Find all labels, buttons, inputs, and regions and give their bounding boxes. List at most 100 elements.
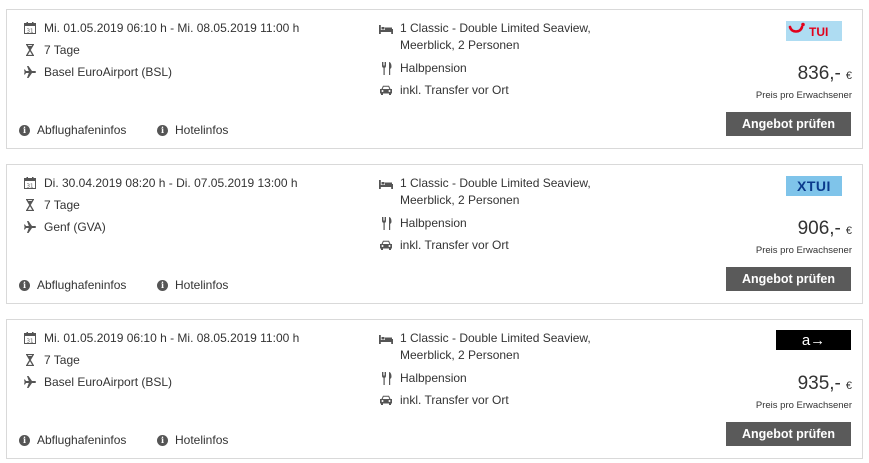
airport-row: Basel EuroAirport (BSL)	[23, 65, 172, 79]
price-currency: €	[845, 70, 852, 82]
info-icon: i	[157, 434, 168, 446]
check-offer-button[interactable]: Angebot prüfen	[726, 112, 851, 136]
price-currency: €	[845, 225, 852, 237]
info-icon: i	[157, 279, 168, 291]
transfer-row: inkl. Transfer vor Ort	[379, 238, 509, 252]
room-row: 1 Classic - Double Limited Seaview, Meer…	[379, 175, 620, 209]
room-text: 1 Classic - Double Limited Seaview, Meer…	[400, 175, 620, 209]
price-value: 935,-	[797, 373, 841, 394]
airport-info-link[interactable]: i Abflughafeninfos	[19, 123, 126, 137]
room-line-1: 1 Classic - Double Limited Seaview,	[400, 176, 591, 190]
hotel-info-link[interactable]: i Hotelinfos	[157, 123, 228, 137]
check-offer-button[interactable]: Angebot prüfen	[726, 267, 851, 291]
info-icon: i	[19, 124, 30, 136]
airplane-icon	[23, 220, 37, 234]
transfer-text: inkl. Transfer vor Ort	[400, 238, 509, 252]
airport-info-label: Abflughafeninfos	[37, 433, 127, 447]
car-icon	[379, 238, 393, 252]
airplane-icon	[23, 375, 37, 389]
airport-info-label: Abflughafeninfos	[37, 278, 127, 292]
duration-row: 7 Tage	[23, 353, 80, 367]
airport-text: Basel EuroAirport (BSL)	[44, 65, 173, 79]
airport-row: Genf (GVA)	[23, 220, 106, 234]
room-text: 1 Classic - Double Limited Seaview, Meer…	[400, 20, 620, 54]
hourglass-icon	[23, 43, 37, 57]
calendar-icon: 31	[23, 21, 37, 35]
price: 935,- €	[798, 373, 852, 395]
check-offer-button[interactable]: Angebot prüfen	[726, 422, 851, 446]
transfer-text: inkl. Transfer vor Ort	[400, 393, 509, 407]
hourglass-icon	[23, 198, 37, 212]
dates-text: Di. 30.04.2019 08:20 h - Di. 07.05.2019 …	[44, 176, 298, 190]
hotel-info-label: Hotelinfos	[175, 278, 229, 292]
hotel-info-link[interactable]: i Hotelinfos	[157, 433, 228, 447]
cutlery-icon	[379, 61, 393, 75]
board-row: Halbpension	[379, 61, 467, 75]
hotel-info-label: Hotelinfos	[175, 433, 229, 447]
price-note: Preis pro Erwachsener	[755, 400, 852, 411]
car-icon	[379, 83, 393, 97]
board-row: Halbpension	[379, 371, 467, 385]
info-icon: i	[157, 124, 168, 136]
duration-text: 7 Tage	[44, 198, 80, 212]
board-text: Halbpension	[400, 216, 467, 230]
transfer-text: inkl. Transfer vor Ort	[400, 83, 509, 97]
dates-text: Mi. 01.05.2019 06:10 h - Mi. 08.05.2019 …	[44, 21, 300, 35]
airport-info-link[interactable]: i Abflughafeninfos	[19, 278, 126, 292]
dates-row: 31 Mi. 01.05.2019 06:10 h - Mi. 08.05.20…	[23, 21, 299, 35]
bed-icon	[379, 177, 393, 191]
room-line-2: Meerblick, 2 Personen	[400, 38, 520, 52]
price: 906,- €	[798, 218, 852, 240]
room-line-2: Meerblick, 2 Personen	[400, 348, 520, 362]
airport-info-label: Abflughafeninfos	[37, 123, 127, 137]
transfer-row: inkl. Transfer vor Ort	[379, 83, 509, 97]
offer-card: 31 Mi. 01.05.2019 06:10 h - Mi. 08.05.20…	[6, 319, 863, 459]
operator-logo: TUI	[786, 21, 842, 41]
operator-logo: XTUI	[786, 176, 842, 196]
cutlery-icon	[379, 371, 393, 385]
room-line-2: Meerblick, 2 Personen	[400, 193, 520, 207]
svg-text:TUI: TUI	[809, 25, 828, 39]
room-line-1: 1 Classic - Double Limited Seaview,	[400, 331, 591, 345]
cutlery-icon	[379, 216, 393, 230]
svg-text:31: 31	[27, 29, 34, 35]
calendar-icon: 31	[23, 331, 37, 345]
dates-row: 31 Mi. 01.05.2019 06:10 h - Mi. 08.05.20…	[23, 331, 299, 345]
duration-text: 7 Tage	[44, 43, 80, 57]
svg-text:31: 31	[27, 339, 34, 345]
airplane-icon	[23, 65, 37, 79]
airport-text: Genf (GVA)	[44, 220, 106, 234]
duration-row: 7 Tage	[23, 43, 80, 57]
price-value: 836,-	[797, 63, 841, 84]
hotel-info-link[interactable]: i Hotelinfos	[157, 278, 228, 292]
duration-text: 7 Tage	[44, 353, 80, 367]
info-icon: i	[19, 279, 30, 291]
offer-card: 31 Di. 30.04.2019 08:20 h - Di. 07.05.20…	[6, 164, 863, 304]
airport-text: Basel EuroAirport (BSL)	[44, 375, 173, 389]
hourglass-icon	[23, 353, 37, 367]
room-line-1: 1 Classic - Double Limited Seaview,	[400, 21, 591, 35]
operator-logo: a→	[776, 330, 851, 350]
info-icon: i	[19, 434, 30, 446]
calendar-icon: 31	[23, 176, 37, 190]
price: 836,- €	[798, 63, 852, 85]
price-value: 906,-	[797, 218, 841, 239]
airport-info-link[interactable]: i Abflughafeninfos	[19, 433, 126, 447]
svg-text:31: 31	[27, 184, 34, 190]
car-icon	[379, 393, 393, 407]
board-text: Halbpension	[400, 371, 467, 385]
room-row: 1 Classic - Double Limited Seaview, Meer…	[379, 330, 620, 364]
room-row: 1 Classic - Double Limited Seaview, Meer…	[379, 20, 620, 54]
hotel-info-label: Hotelinfos	[175, 123, 229, 137]
transfer-row: inkl. Transfer vor Ort	[379, 393, 509, 407]
price-note: Preis pro Erwachsener	[755, 245, 852, 256]
offer-card: 31 Mi. 01.05.2019 06:10 h - Mi. 08.05.20…	[6, 9, 863, 149]
price-note: Preis pro Erwachsener	[755, 90, 852, 101]
board-row: Halbpension	[379, 216, 467, 230]
dates-row: 31 Di. 30.04.2019 08:20 h - Di. 07.05.20…	[23, 176, 298, 190]
duration-row: 7 Tage	[23, 198, 80, 212]
price-currency: €	[845, 380, 852, 392]
dates-text: Mi. 01.05.2019 06:10 h - Mi. 08.05.2019 …	[44, 331, 300, 345]
airport-row: Basel EuroAirport (BSL)	[23, 375, 172, 389]
board-text: Halbpension	[400, 61, 467, 75]
